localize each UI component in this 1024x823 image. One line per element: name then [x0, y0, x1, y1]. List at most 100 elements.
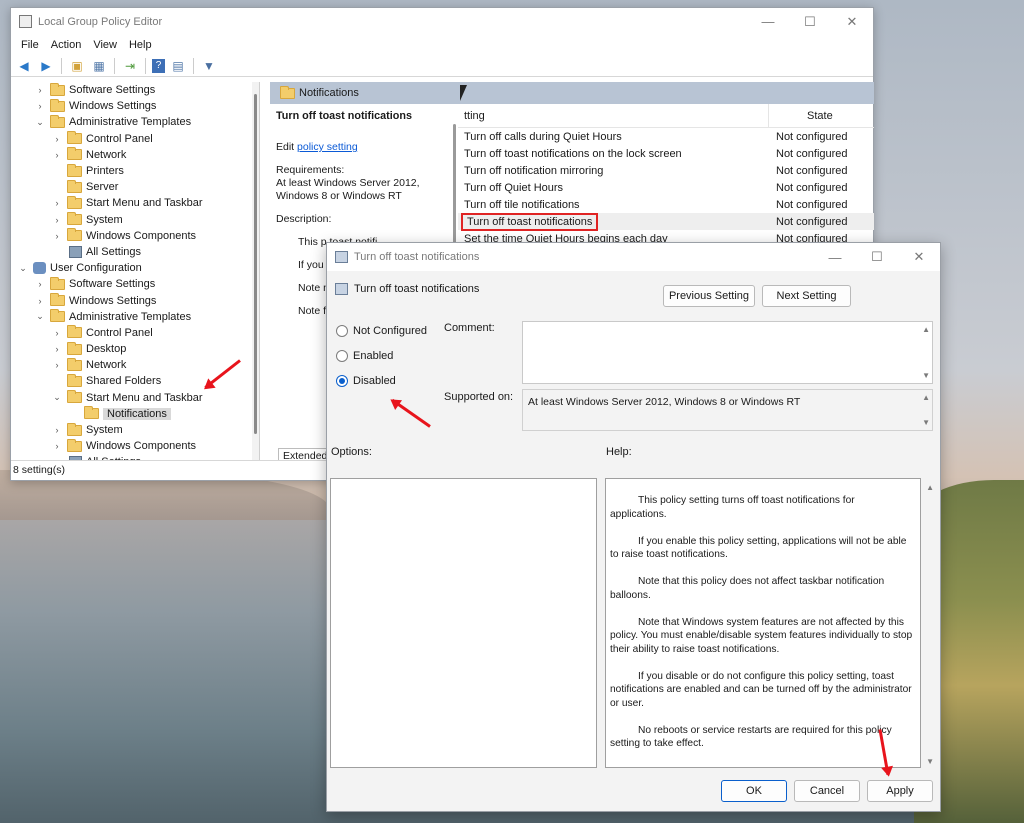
close-icon[interactable]: ✕ — [831, 8, 873, 35]
tree-scrollbar[interactable] — [252, 82, 259, 460]
folder-icon — [67, 438, 82, 452]
chevron-right-icon[interactable]: › — [35, 279, 45, 289]
tree-item[interactable]: › Software Settings — [12, 82, 259, 98]
help-scroll-up-icon[interactable]: ▲ — [926, 483, 934, 492]
filter-icon[interactable]: ▼ — [200, 58, 218, 74]
cancel-button[interactable]: Cancel — [794, 780, 860, 802]
tree-item-label: Start Menu and Taskbar — [86, 391, 203, 404]
folder-icon — [67, 228, 82, 242]
back-icon[interactable]: ◀ — [15, 58, 33, 74]
folder-icon — [50, 309, 65, 323]
chevron-right-icon[interactable]: › — [52, 134, 62, 144]
tree-item[interactable]: › Network — [12, 147, 259, 163]
chevron-right-icon[interactable]: › — [52, 360, 62, 370]
tree-item[interactable]: › Windows Components — [12, 228, 259, 244]
tree-item[interactable]: › Windows Components — [12, 438, 259, 454]
tree-item[interactable]: Printers — [12, 163, 259, 179]
policy-row[interactable]: Turn off tile notifications Not configure… — [458, 196, 874, 213]
help-text: This policy setting turns off toast noti… — [605, 478, 921, 768]
tree-item[interactable]: ⌄ Administrative Templates — [12, 114, 259, 130]
scroll-up-icon[interactable]: ▲ — [922, 393, 930, 402]
options-label: Options: — [331, 446, 372, 458]
chevron-right-icon[interactable]: › — [52, 425, 62, 435]
chevron-right-icon[interactable]: › — [52, 231, 62, 241]
settings-list: tting State Turn off calls during Quiet … — [458, 103, 874, 245]
tree-item[interactable]: › Windows Settings — [12, 292, 259, 308]
scroll-up-icon[interactable]: ▲ — [922, 325, 930, 334]
chevron-right-icon[interactable]: › — [35, 101, 45, 111]
ok-button[interactable]: OK — [721, 780, 787, 802]
folder-icon — [67, 390, 82, 404]
tree-item-label: Shared Folders — [86, 375, 162, 388]
maximize-icon[interactable]: ☐ — [789, 8, 831, 35]
policy-state: Not configured — [776, 215, 848, 228]
export-list-icon[interactable]: ⇥ — [121, 58, 139, 74]
scroll-down-icon[interactable]: ▼ — [922, 371, 930, 380]
chevron-right-icon[interactable]: › — [35, 296, 45, 306]
up-folder-icon[interactable]: ▣ — [68, 58, 86, 74]
policy-row[interactable]: Turn off notification mirroring Not confi… — [458, 162, 874, 179]
tree-pane: › Software Settings › Windows Settings ⌄ Admi… — [12, 82, 260, 460]
tree-item[interactable]: ⌄ Start Menu and Taskbar — [12, 390, 259, 406]
chevron-right-icon[interactable]: › — [52, 215, 62, 225]
properties-icon[interactable]: ▤ — [169, 58, 187, 74]
menu-file[interactable]: File — [15, 39, 45, 51]
radio-not-configured[interactable]: Not Configured — [336, 325, 427, 337]
comment-field[interactable]: ▲ ▼ — [522, 321, 933, 384]
chevron-down-icon[interactable]: ⌄ — [35, 117, 45, 128]
column-state[interactable]: State — [768, 103, 874, 128]
tree-item[interactable]: › Start Menu and Taskbar — [12, 195, 259, 211]
tree-item[interactable]: › System — [12, 212, 259, 228]
policy-row[interactable]: Turn off toast notifications on the lock… — [458, 145, 874, 162]
menu-view[interactable]: View — [87, 39, 123, 51]
policy-row[interactable]: Turn off toast notifications Not configur… — [458, 212, 874, 231]
menu-help[interactable]: Help — [123, 39, 158, 51]
chevron-right-icon[interactable]: › — [52, 441, 62, 451]
minimize-icon[interactable]: — — [747, 8, 789, 35]
column-setting[interactable]: tting — [458, 110, 768, 122]
tree-item[interactable]: Notifications — [12, 406, 259, 422]
tree-item[interactable]: ⌄ User Configuration — [12, 260, 259, 276]
dialog-close-icon[interactable]: ✕ — [898, 243, 940, 271]
scroll-down-icon[interactable]: ▼ — [922, 418, 930, 427]
folder-icon — [50, 293, 65, 307]
tree-item[interactable]: Server — [12, 179, 259, 195]
apply-button[interactable]: Apply — [867, 780, 933, 802]
help-scroll-down-icon[interactable]: ▼ — [926, 757, 934, 766]
show-hide-tree-icon[interactable]: ▦ — [90, 58, 108, 74]
chevron-right-icon[interactable]: › — [35, 85, 45, 95]
help-icon[interactable]: ? — [152, 58, 165, 73]
tree-item[interactable]: › Software Settings — [12, 276, 259, 292]
menu-action[interactable]: Action — [45, 39, 88, 51]
tree-item[interactable]: › Control Panel — [12, 325, 259, 341]
previous-setting-button[interactable]: Previous Setting — [663, 285, 755, 307]
toolbar: ◀ ▶ ▣ ▦ ⇥ ? ▤ ▼ — [11, 55, 873, 77]
tree-item[interactable]: › System — [12, 422, 259, 438]
dialog-maximize-icon[interactable]: ☐ — [856, 243, 898, 271]
chevron-right-icon[interactable]: › — [52, 344, 62, 354]
chevron-down-icon[interactable]: ⌄ — [35, 311, 45, 322]
chevron-down-icon[interactable]: ⌄ — [18, 263, 28, 274]
policy-row[interactable]: Turn off Quiet Hours Not configured — [458, 179, 874, 196]
tree-item-label: Windows Components — [86, 440, 197, 453]
tree-item[interactable]: › Control Panel — [12, 131, 259, 147]
pane-header-title: Notifications — [299, 87, 359, 99]
radio-disabled[interactable]: Disabled — [336, 375, 396, 387]
policy-row[interactable]: Turn off calls during Quiet Hours Not con… — [458, 128, 874, 145]
tree-item[interactable]: ⌄ Administrative Templates — [12, 309, 259, 325]
policy-heading: Turn off toast notifications — [276, 110, 412, 122]
tree-item[interactable]: › Windows Settings — [12, 98, 259, 114]
next-setting-button[interactable]: Next Setting — [762, 285, 851, 307]
policy-state: Not configured — [776, 147, 848, 160]
policy-setting-link[interactable]: policy setting — [297, 141, 358, 153]
chevron-down-icon[interactable]: ⌄ — [52, 392, 62, 403]
chevron-right-icon[interactable]: › — [52, 198, 62, 208]
chevron-right-icon[interactable]: › — [52, 150, 62, 160]
tree-item[interactable]: All Settings — [12, 244, 259, 260]
tree-item[interactable]: › Desktop — [12, 341, 259, 357]
window-title: Local Group Policy Editor — [38, 15, 163, 28]
radio-enabled[interactable]: Enabled — [336, 350, 393, 362]
forward-icon[interactable]: ▶ — [37, 58, 55, 74]
dialog-minimize-icon[interactable]: — — [814, 243, 856, 271]
chevron-right-icon[interactable]: › — [52, 328, 62, 338]
